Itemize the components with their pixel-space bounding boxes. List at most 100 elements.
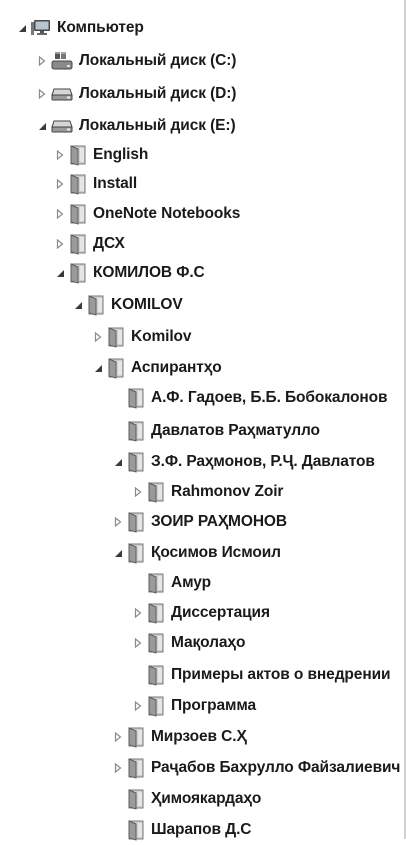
tree-item[interactable]: А.Ф. Гадоев, Б.Б. Бобокалонов [0,383,404,413]
tree-item[interactable]: Раҷабов Бахрулло Файзалиевич [0,753,404,783]
tree-item-label: Программа [171,697,257,714]
tree-item[interactable]: Локальный диск (D:) [0,79,404,109]
tree-item-label: Шарапов Д.С [151,821,252,838]
tree-item-label: Давлатов Раҳматулло [151,422,320,439]
tree-item[interactable]: Амур [0,568,404,598]
tree-item[interactable]: Rahmonov Zoir [0,477,404,507]
tree-item[interactable]: Примеры актов о внедрении [0,660,404,690]
tree-item-label: Амур [171,574,211,591]
tree-item[interactable]: Ҳимоякардаҳо [0,784,404,814]
collapse-arrow-icon[interactable] [92,361,104,375]
tree-item[interactable]: Локальный диск (E:) [0,111,404,141]
tree-item[interactable]: Мақолаҳо [0,628,404,658]
expand-arrow-icon[interactable] [54,207,66,221]
folder-icon [147,632,165,654]
tree-item[interactable]: Аспирантҳо [0,353,404,383]
tree-item[interactable]: Давлатов Раҳматулло [0,416,404,446]
collapse-arrow-icon[interactable] [112,546,124,560]
tree-item[interactable]: Диссертация [0,598,404,628]
expand-arrow-icon[interactable] [112,730,124,744]
tree-item[interactable]: Мирзоев С.Ҳ [0,722,404,752]
tree-item-label: KOMILOV [111,296,183,313]
tree-item[interactable]: ЗОИР РАҲМОНОВ [0,507,404,537]
expand-arrow-icon[interactable] [36,87,48,101]
tree-item[interactable]: Компьютер [0,13,404,43]
tree-item[interactable]: English [0,140,404,170]
tree-item[interactable]: Komilov [0,322,404,352]
folder-icon [69,262,87,284]
expand-arrow-icon[interactable] [132,636,144,650]
folder-icon [127,542,145,564]
tree-item[interactable]: KOMILOV [0,290,404,320]
folder-icon [69,233,87,255]
tree-item-label: Install [93,175,138,192]
expand-arrow-icon[interactable] [132,699,144,713]
folder-icon [127,788,145,810]
expand-arrow-icon[interactable] [36,54,48,68]
folder-icon [127,819,145,841]
folder-icon [69,144,87,166]
folder-icon [147,664,165,686]
collapse-arrow-icon[interactable] [54,266,66,280]
tree-item-label: А.Ф. Гадоев, Б.Б. Бобокалонов [151,389,388,406]
tree-item[interactable]: З.Ф. Раҳмонов, Р.Ҷ. Давлатов [0,447,404,477]
tree-item-label: Rahmonov Zoir [171,483,284,500]
expand-arrow-icon[interactable] [112,761,124,775]
expand-arrow-icon[interactable] [54,177,66,191]
expand-arrow-icon[interactable] [54,148,66,162]
tree-item-label: ЗОИР РАҲМОНОВ [151,513,287,530]
tree-item[interactable]: Install [0,169,404,199]
expand-arrow-icon[interactable] [112,515,124,529]
tree-item-label: Аспирантҳо [131,359,222,376]
tree-item-label: Ҳимоякардаҳо [151,790,262,807]
folder-icon [107,357,125,379]
tree-item[interactable]: Программа [0,691,404,721]
tree-item-label: Қосимов Исмоил [151,544,281,561]
folder-icon [127,511,145,533]
tree-item-label: ДСХ [93,235,125,252]
tree-item-label: КОМИЛОВ Ф.С [93,264,205,281]
collapse-arrow-icon[interactable] [112,455,124,469]
tree-item-label: Диссертация [171,604,270,621]
folder-icon [127,420,145,442]
tree-item[interactable]: Қосимов Исмоил [0,538,404,568]
expand-arrow-icon[interactable] [92,330,104,344]
tree-item-label: Komilov [131,328,192,345]
tree-item-label: OneNote Notebooks [93,205,241,222]
tree-item-label: Локальный диск (C:) [79,52,237,69]
expand-arrow-icon[interactable] [132,485,144,499]
folder-icon [107,326,125,348]
folder-icon [127,726,145,748]
tree-item-label: Мирзоев С.Ҳ [151,728,247,745]
folder-icon [147,695,165,717]
tree-item-label: Раҷабов Бахрулло Файзалиевич [151,759,401,776]
tree-item[interactable]: КОМИЛОВ Ф.С [0,258,404,288]
expand-arrow-icon[interactable] [132,606,144,620]
tree-item[interactable]: ДСХ [0,229,404,259]
collapse-arrow-icon[interactable] [36,119,48,133]
tree-item-label: Компьютер [57,19,144,36]
folder-tree: Компьютер Локальный диск (C:) Локальный ди… [0,0,406,841]
tree-item-label: З.Ф. Раҳмонов, Р.Ҷ. Давлатов [151,453,375,470]
tree-item[interactable]: Локальный диск (C:) [0,46,404,76]
folder-icon [87,294,105,316]
tree-item[interactable]: OneNote Notebooks [0,199,404,229]
folder-icon [127,387,145,409]
collapse-arrow-icon[interactable] [72,298,84,312]
tree-item-label: Мақолаҳо [171,634,246,651]
drive-icon [51,119,73,133]
folder-icon [147,481,165,503]
folder-icon [127,451,145,473]
tree-item-label: Локальный диск (E:) [79,117,236,134]
folder-icon [69,173,87,195]
expand-arrow-icon[interactable] [54,237,66,251]
folder-icon [127,757,145,779]
collapse-arrow-icon[interactable] [16,21,28,35]
tree-item-label: English [93,146,149,163]
